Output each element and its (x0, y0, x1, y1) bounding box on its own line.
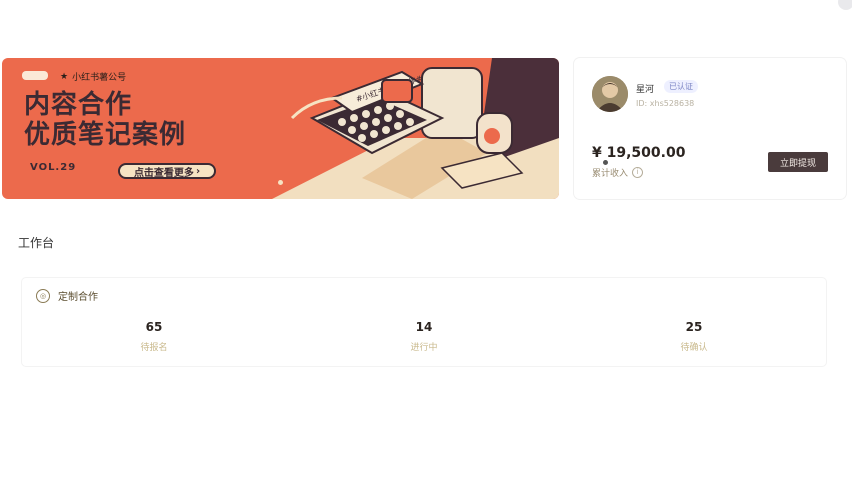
corner-indicator (838, 0, 852, 10)
stat-label: 待确认 (680, 343, 708, 353)
custom-cooperation-panel: ◎ 定制合作 65 待报名 14 进行中 25 待确认 (22, 278, 826, 366)
balance-label: 累计收入 (592, 169, 629, 179)
stat-in-progress[interactable]: 14 进行中 (384, 320, 464, 353)
verified-badge: 已认证 (664, 80, 698, 93)
withdraw-button[interactable]: 立即提现 (768, 152, 828, 172)
user-id: ID: xhs528638 (636, 99, 695, 108)
panel-header: ◎ 定制合作 (36, 288, 98, 303)
balance-label-row: 累计收入 i (592, 166, 644, 179)
banner-title-line1: 内容合作 (24, 90, 133, 120)
stat-pending-confirm[interactable]: 25 待确认 (654, 320, 734, 353)
stat-value: 65 (145, 320, 163, 334)
banner-title-line2: 优质笔记案例 (24, 120, 187, 150)
info-icon[interactable]: i (632, 167, 644, 178)
stat-value: 25 (685, 320, 703, 334)
banner-title: 内容合作 优质笔记案例 (24, 90, 186, 150)
avatar[interactable] (592, 76, 628, 112)
stat-pending-signup[interactable]: 65 待报名 (114, 320, 194, 353)
cooperation-icon: ◎ (36, 288, 50, 303)
typewriter-illustration: #小红书内容合作# (272, 58, 559, 199)
user-name: 星河 (636, 85, 655, 95)
stat-value: 14 (415, 320, 433, 334)
panel-title: 定制合作 (58, 292, 98, 303)
banner-tag (22, 71, 48, 80)
section-title: 工作台 (18, 236, 55, 250)
mouse-cursor (602, 159, 609, 166)
star-icon: ★ (60, 71, 69, 82)
promo-banner[interactable]: ★ 小红书薯公号 内容合作 优质笔记案例 VOL.29 点击查看更多 › #小红… (2, 58, 559, 199)
banner-volume: VOL.29 (30, 162, 77, 173)
account-card: 星河 已认证 ID: xhs528638 ¥ 19,500.00 累计收入 i … (574, 58, 846, 199)
avatar-image (592, 76, 628, 112)
stat-label: 待报名 (140, 343, 168, 353)
banner-brand: ★ 小红书薯公号 (60, 70, 127, 84)
view-more-label: 点击查看更多 (133, 167, 194, 179)
stat-label: 进行中 (410, 343, 438, 353)
chevron-right-icon: › (195, 165, 201, 177)
banner-brand-label: 小红书薯公号 (72, 73, 127, 83)
view-more-button[interactable]: 点击查看更多 › (118, 163, 216, 179)
